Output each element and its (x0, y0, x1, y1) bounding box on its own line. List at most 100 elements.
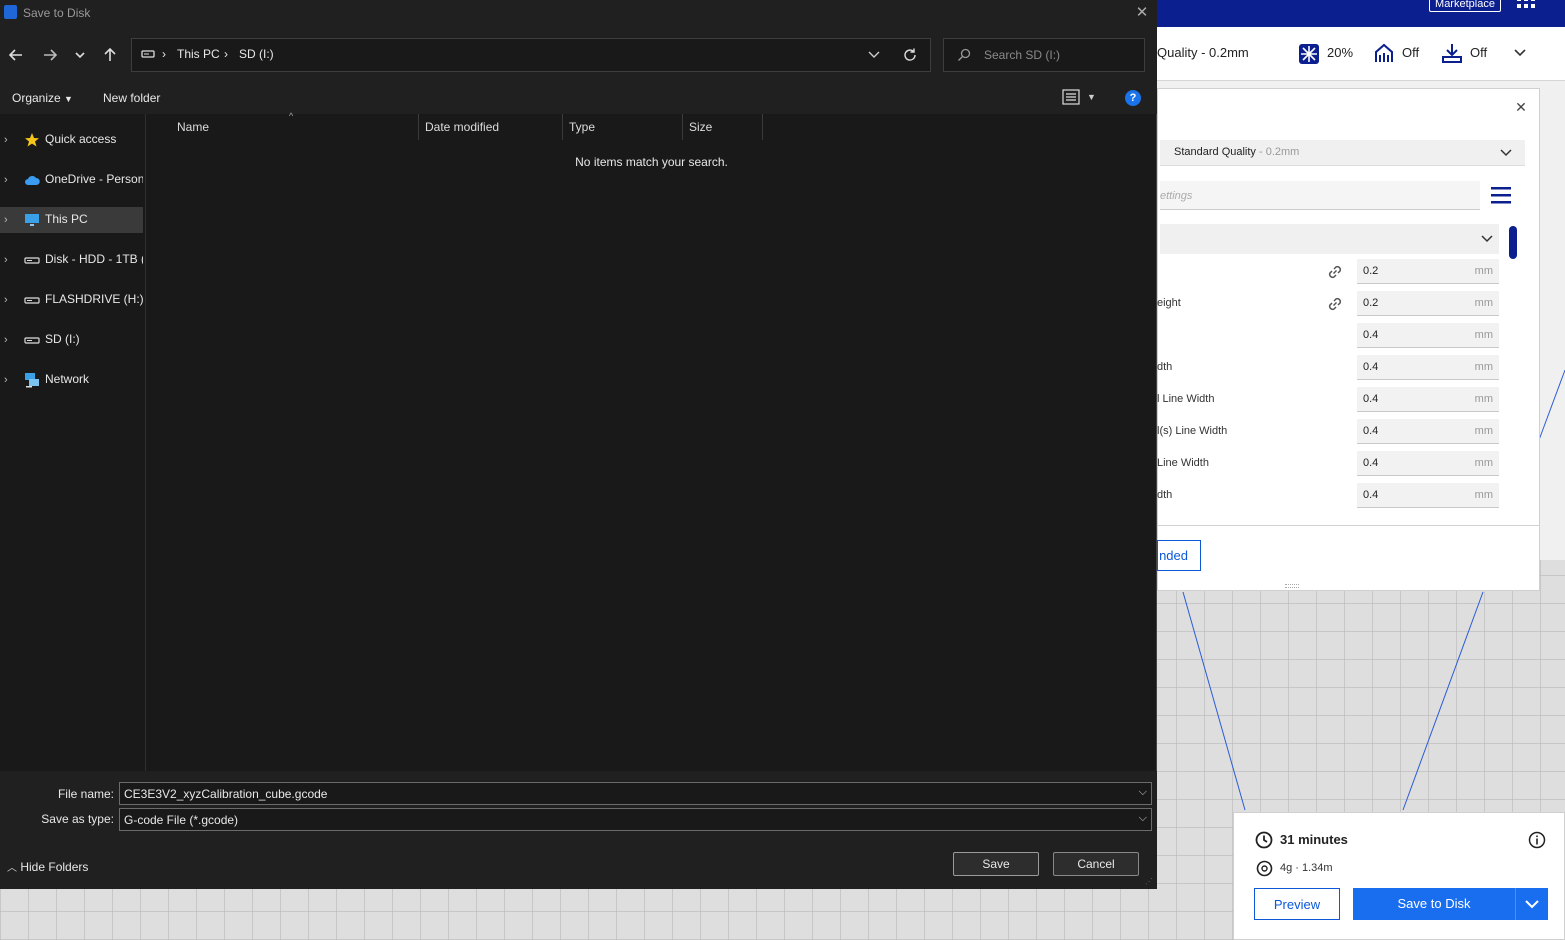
apps-grid-icon[interactable] (1516, 0, 1536, 13)
new-folder-button[interactable]: New folder (103, 91, 160, 105)
help-icon[interactable]: ? (1125, 90, 1141, 106)
setting-input[interactable]: 0.4 mm (1357, 483, 1499, 508)
nav-item-this-pc[interactable]: › This PC (0, 207, 143, 233)
print-time: 31 minutes (1280, 832, 1348, 847)
nav-label: OneDrive - Personal (45, 172, 143, 186)
refresh-icon[interactable] (902, 47, 918, 63)
hide-folders-label: Hide Folders (20, 860, 89, 874)
file-name-value: CE3E3V2_xyzCalibration_cube.gcode (124, 787, 328, 801)
close-icon[interactable]: ✕ (1133, 4, 1151, 22)
file-name-input[interactable]: CE3E3V2_xyzCalibration_cube.gcode ⌵ (119, 782, 1152, 805)
setting-input[interactable]: 0.4 mm (1357, 419, 1499, 444)
setting-unit: mm (1474, 329, 1493, 341)
recent-locations-chevron-icon[interactable] (68, 43, 92, 67)
settings-category-header[interactable] (1160, 224, 1499, 254)
chevron-down-icon[interactable]: ⌵ (1139, 786, 1147, 799)
save-as-type-label: Save as type: (41, 812, 114, 826)
file-name-label: File name: (57, 787, 114, 801)
up-arrow-icon[interactable] (98, 43, 122, 67)
setting-input[interactable]: 0.4 mm (1357, 323, 1499, 348)
resize-grip-icon[interactable]: ⋰ (1145, 877, 1155, 887)
back-arrow-icon[interactable] (4, 43, 28, 67)
chevron-down-icon[interactable]: ⌵ (1139, 812, 1147, 825)
marketplace-button[interactable]: Marketplace (1429, 0, 1501, 12)
column-divider[interactable] (418, 114, 419, 140)
hide-folders-button[interactable]: ︿ Hide Folders (7, 859, 88, 874)
nav-item-disk-hdd[interactable]: › Disk - HDD - 1TB (E:) (0, 247, 143, 273)
setting-value: 0.2 (1363, 265, 1379, 277)
cloud-icon (25, 175, 40, 185)
breadcrumb-sd[interactable]: SD (I:) (239, 47, 274, 61)
dialog-title: Save to Disk (23, 6, 91, 20)
address-history-chevron-icon[interactable] (867, 49, 881, 61)
expand-chevron-icon[interactable]: › (4, 373, 14, 387)
info-icon[interactable] (1528, 831, 1546, 849)
search-input[interactable]: Search SD (I:) (943, 38, 1145, 72)
resize-handle[interactable] (1285, 584, 1299, 588)
expand-chevron-icon[interactable]: › (4, 213, 14, 227)
nav-item-sd[interactable]: › SD (I:) (0, 327, 143, 353)
setting-value: 0.4 (1363, 393, 1379, 405)
column-divider[interactable] (562, 114, 563, 140)
setting-unit: mm (1474, 425, 1493, 437)
forward-arrow-icon[interactable] (38, 43, 62, 67)
chevron-up-icon: ︿ (7, 863, 17, 874)
material-usage: 4g · 1.34m (1280, 862, 1333, 874)
setting-input[interactable]: 0.4 mm (1357, 451, 1499, 476)
column-header-date-modified[interactable]: Date modified (425, 120, 499, 134)
chevron-down-icon[interactable] (1513, 46, 1527, 60)
column-header-size[interactable]: Size (689, 120, 712, 134)
expand-chevron-icon[interactable]: › (4, 293, 14, 307)
expand-chevron-icon[interactable]: › (4, 333, 14, 347)
column-divider[interactable] (682, 114, 683, 140)
organize-label: Organize (12, 91, 61, 105)
nav-item-quick-access[interactable]: › Quick access (0, 127, 143, 153)
column-header-name[interactable]: Name (177, 120, 209, 134)
setting-input[interactable]: 0.4 mm (1357, 355, 1499, 380)
preview-button[interactable]: Preview (1254, 888, 1340, 920)
setting-value: 0.4 (1363, 457, 1379, 469)
nav-item-network[interactable]: › Network (0, 367, 143, 393)
sort-ascending-icon: ^ (289, 111, 294, 121)
nav-item-onedrive[interactable]: › OneDrive - Personal (0, 167, 143, 193)
breadcrumb-separator: › (224, 47, 228, 61)
nav-label: Disk - HDD - 1TB (E:) (45, 252, 143, 266)
infill-value[interactable]: 20% (1327, 45, 1353, 60)
dialog-titlebar[interactable] (0, 0, 1157, 27)
organize-button[interactable]: Organize ▼ (12, 91, 73, 105)
nav-item-flashdrive[interactable]: › FLASHDRIVE (H:) (0, 287, 143, 313)
recommended-button[interactable]: nded (1157, 540, 1201, 571)
column-divider[interactable] (762, 114, 763, 140)
adhesion-icon (1442, 44, 1462, 63)
drive-icon (24, 257, 40, 264)
save-button[interactable]: Save (953, 852, 1039, 876)
close-icon[interactable]: ✕ (1513, 99, 1529, 115)
support-value[interactable]: Off (1402, 45, 1419, 60)
link-icon[interactable] (1326, 295, 1344, 313)
menu-icon[interactable] (1490, 186, 1512, 204)
setting-input[interactable]: 0.2 mm (1357, 291, 1499, 316)
expand-chevron-icon[interactable]: › (4, 253, 14, 267)
setting-value: 0.2 (1363, 297, 1379, 309)
save-to-disk-button[interactable]: Save to Disk (1353, 888, 1515, 920)
chevron-down-icon (1525, 900, 1539, 909)
profile-name: Standard Quality (1174, 146, 1256, 158)
expand-chevron-icon[interactable]: › (4, 173, 14, 187)
expand-chevron-icon[interactable]: › (4, 133, 14, 147)
breadcrumb-this-pc[interactable]: This PC (177, 47, 220, 61)
settings-scrollbar[interactable] (1509, 226, 1517, 259)
view-details-icon[interactable] (1062, 89, 1080, 105)
link-icon[interactable] (1326, 263, 1344, 281)
setting-input[interactable]: 0.4 mm (1357, 387, 1499, 412)
save-as-type-select[interactable]: G-code File (*.gcode) ⌵ (119, 808, 1152, 831)
column-header-type[interactable]: Type (569, 120, 595, 134)
view-options-caret-icon[interactable]: ▼ (1087, 92, 1096, 102)
cancel-button[interactable]: Cancel (1053, 852, 1139, 876)
search-settings-input[interactable]: ettings (1160, 181, 1480, 210)
profile-dropdown[interactable]: Standard Quality - 0.2mm (1160, 140, 1525, 166)
save-options-dropdown[interactable] (1515, 888, 1548, 920)
adhesion-value[interactable]: Off (1470, 45, 1487, 60)
quality-summary[interactable]: Quality - 0.2mm (1157, 45, 1249, 60)
setting-input[interactable]: 0.2 mm (1357, 259, 1499, 284)
setting-unit: mm (1474, 457, 1493, 469)
